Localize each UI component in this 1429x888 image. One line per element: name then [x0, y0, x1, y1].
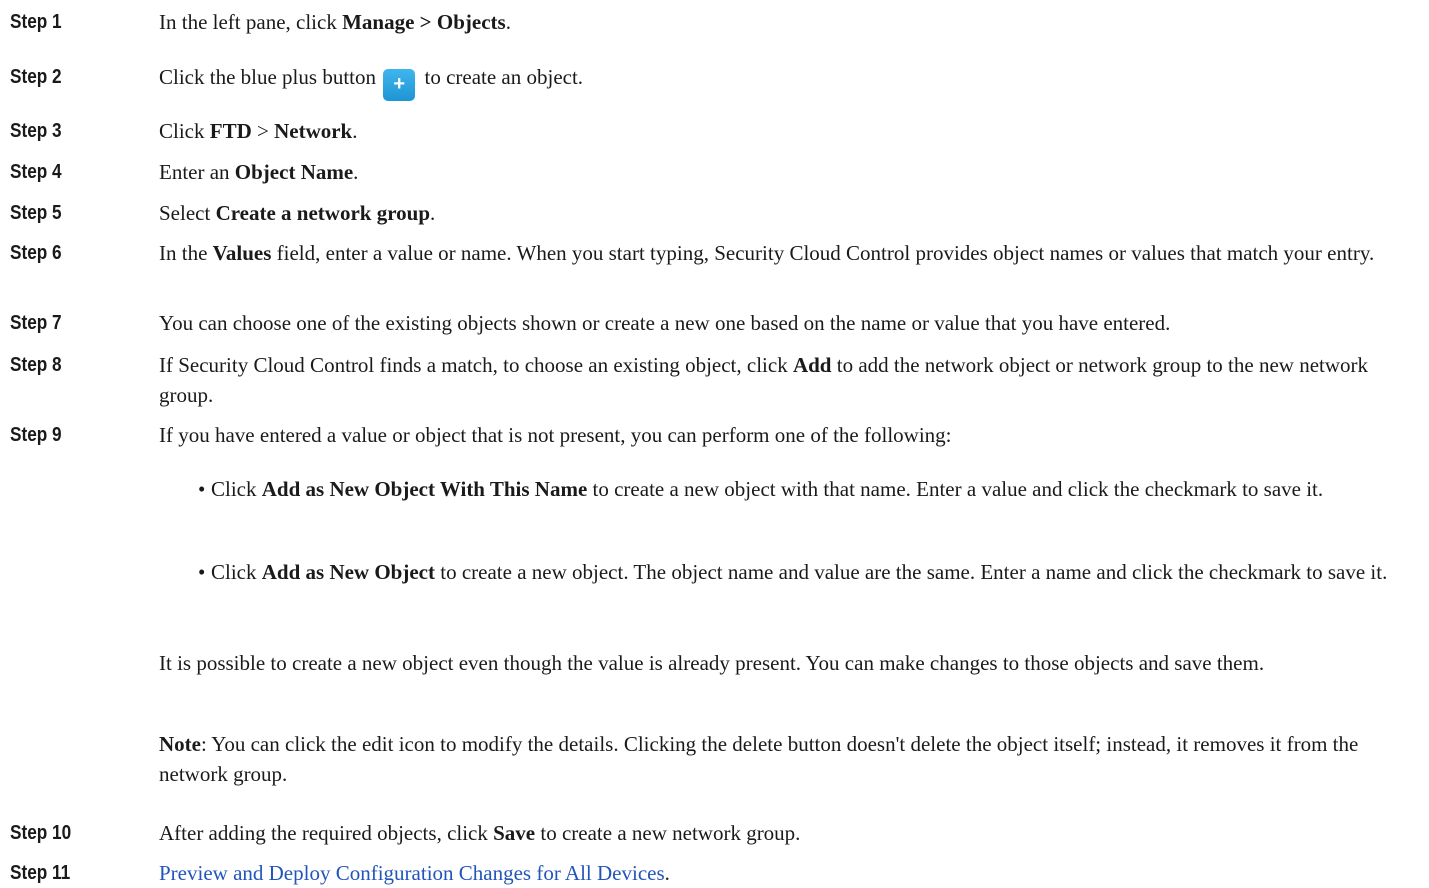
- bullet-icon: •: [198, 477, 206, 501]
- bullet-item: • Click Add as New Object With This Name…: [198, 474, 1420, 504]
- step-label: Step 8: [10, 354, 62, 376]
- bullet-text: Click Add as New Object With This Name t…: [211, 477, 1324, 501]
- note-paragraph: Note: You can click the edit icon to mod…: [159, 732, 1359, 786]
- note-label: Note: [159, 732, 201, 756]
- bullet-item: • Click Add as New Object to create a ne…: [198, 557, 1420, 587]
- step-text: After adding the required objects, click…: [159, 821, 801, 845]
- blue-plus-button-icon[interactable]: +: [383, 69, 416, 101]
- step-text: Enter an Object Name.: [159, 160, 359, 184]
- step-label: Step 2: [10, 66, 62, 88]
- step-text: Select Create a network group.: [159, 201, 436, 225]
- step-text: In the left pane, click Manage > Objects…: [159, 10, 511, 34]
- step-text: Preview and Deploy Configuration Changes…: [159, 861, 670, 885]
- info-paragraph: It is possible to create a new object ev…: [159, 651, 1265, 675]
- step-label: Step 4: [10, 161, 62, 183]
- step-label: Step 6: [10, 242, 62, 264]
- step-text: You can choose one of the existing objec…: [159, 311, 1171, 335]
- step-text: If you have entered a value or object th…: [159, 423, 952, 447]
- step-label: Step 10: [10, 822, 72, 844]
- step-label: Step 11: [10, 862, 71, 884]
- preview-deploy-link[interactable]: Preview and Deploy Configuration Changes…: [159, 861, 665, 885]
- bullet-text: Click Add as New Object to create a new …: [211, 560, 1388, 584]
- step-label: Step 5: [10, 202, 62, 224]
- step-text: Click FTD > Network.: [159, 119, 358, 143]
- step-label: Step 9: [10, 424, 62, 446]
- step-label: Step 3: [10, 120, 62, 142]
- bullet-icon: •: [198, 560, 206, 584]
- step-text: In the Values field, enter a value or na…: [159, 241, 1375, 265]
- step-label: Step 7: [10, 312, 62, 334]
- step-text: If Security Cloud Control finds a match,…: [159, 353, 1369, 407]
- step-label: Step 1: [10, 11, 62, 33]
- step-text: Click the blue plus button + to create a…: [159, 62, 1421, 101]
